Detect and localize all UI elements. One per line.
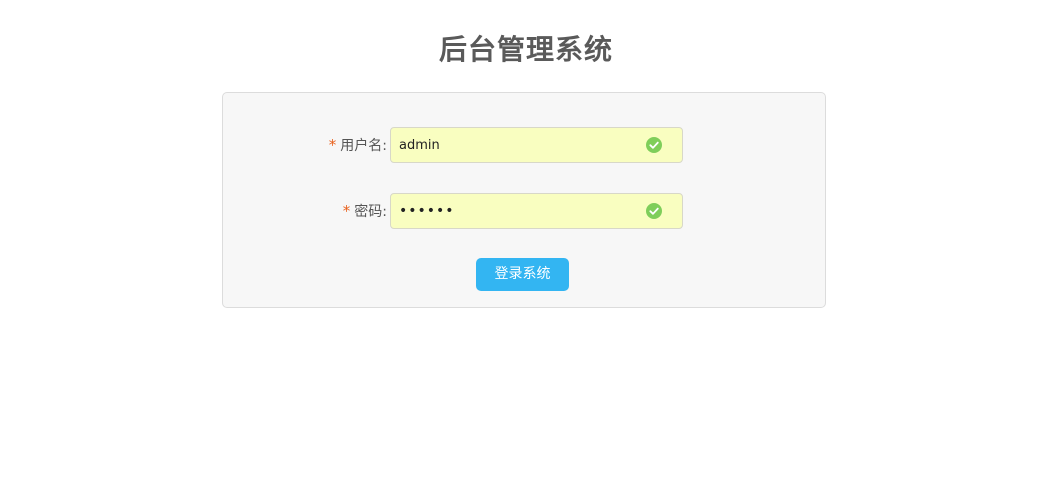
- login-button[interactable]: 登录系统: [476, 258, 569, 291]
- required-mark: *: [342, 202, 351, 220]
- check-circle-icon: [646, 203, 662, 219]
- login-form: *用户名: *密码: 登录系统: [222, 92, 826, 308]
- username-label-text: 用户名:: [340, 138, 387, 154]
- password-input[interactable]: [399, 194, 639, 228]
- check-circle-icon: [646, 137, 662, 153]
- username-field-wrapper: [390, 127, 683, 163]
- password-label-text: 密码:: [354, 204, 387, 220]
- password-field-wrapper: [390, 193, 683, 229]
- username-row: * 用户名:: [223, 127, 827, 163]
- username-input[interactable]: [399, 128, 639, 162]
- login-page: 后台管理系统 *用户名: *密码:: [0, 0, 1052, 486]
- password-label: * 密码:: [343, 193, 387, 229]
- page-title: 后台管理系统: [438, 33, 613, 66]
- username-label: * 用户名:: [329, 127, 387, 163]
- password-row: * 密码:: [223, 193, 827, 229]
- required-mark: *: [328, 136, 337, 154]
